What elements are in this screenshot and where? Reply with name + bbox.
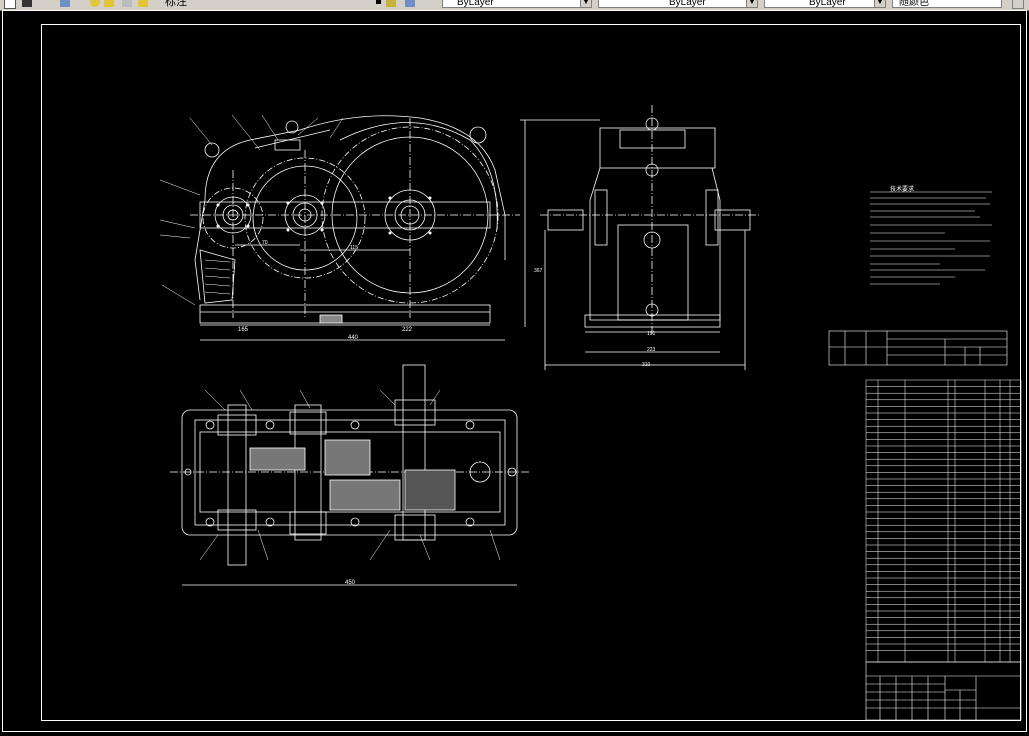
front-width-dim: 440: [348, 335, 359, 341]
side-inner-width-dim: 191: [647, 331, 656, 337]
front-center-dim-a: 70: [262, 240, 268, 246]
front-view: [190, 115, 520, 341]
front-center-dim-b: 115: [350, 245, 358, 251]
technical-requirements-text: [870, 191, 992, 285]
front-left-dim: 165: [238, 327, 249, 333]
side-height-dim: 367: [534, 268, 543, 274]
title-block: [865, 661, 1022, 721]
side-mid-width-dim: 223: [647, 347, 656, 353]
drawing-canvas[interactable]: 440 165 222 70 115 367 191 223 310 450: [0, 0, 1029, 736]
parts-list-table: [865, 379, 1022, 663]
front-right-dim: 222: [402, 327, 413, 333]
side-view: [520, 105, 760, 370]
technical-requirements-title: 技术要求: [890, 187, 915, 193]
gear-parameter-table: [828, 330, 1008, 366]
top-view: [170, 364, 530, 586]
side-total-width-dim: 310: [642, 362, 651, 368]
top-width-dim: 450: [345, 580, 356, 586]
